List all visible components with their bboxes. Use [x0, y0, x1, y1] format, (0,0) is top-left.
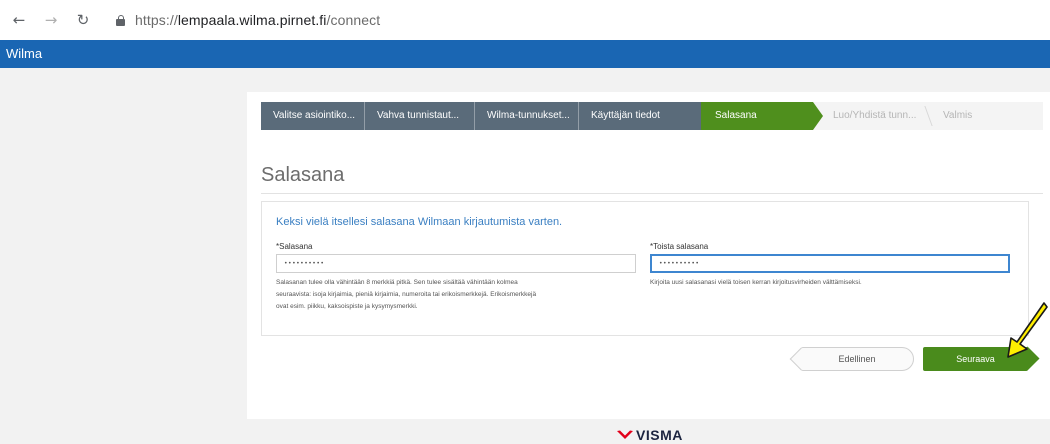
page-title: Salasana [261, 164, 345, 186]
form-heading: Keksi vielä itsellesi salasana Wilmaan k… [276, 216, 563, 228]
step-wilma-credentials[interactable]: Wilma-tunnukset... [475, 102, 579, 130]
reload-icon[interactable]: ↻ [72, 9, 94, 31]
url-path: /connect [326, 12, 381, 28]
url-scheme: https:// [135, 12, 178, 28]
password-help-line: Salasanan tulee olla vähintään 8 merkkiä… [276, 279, 518, 286]
step-label: Valmis [943, 110, 973, 121]
step-label: Luo/Yhdistä tunn... [833, 110, 917, 121]
registration-card: Valitse asiointiko... Vahva tunnistaut..… [247, 92, 1050, 419]
password-help-text: Salasanan tulee olla vähintään 8 merkkiä… [276, 277, 646, 313]
previous-button-label: Edellinen [838, 354, 876, 364]
step-label: Salasana [715, 110, 757, 121]
repeat-password-help-text: Kirjoita uusi salasanasi vielä toisen ke… [650, 279, 862, 286]
step-label: Wilma-tunnukset... [487, 110, 570, 121]
next-button-label: Seuraava [956, 354, 995, 364]
back-arrow-icon[interactable]: ← [8, 9, 30, 31]
step-strong-auth[interactable]: Vahva tunnistaut... [365, 102, 475, 130]
step-choose-service[interactable]: Valitse asiointiko... [261, 102, 365, 130]
password-help-line: ovat esim. piikku, kaksoispiste ja kysym… [276, 303, 418, 310]
app-title[interactable]: Wilma [6, 46, 42, 61]
forward-arrow-icon[interactable]: → [40, 9, 62, 31]
step-label: Käyttäjän tiedot [591, 110, 660, 121]
title-divider [261, 193, 1043, 194]
browser-toolbar: ← → ↻ https://lempaala.wilma.pirnet.fi/c… [0, 0, 1050, 40]
password-field[interactable]: •••••••••• [276, 254, 636, 273]
wizard-stepper: Valitse asiointiko... Vahva tunnistaut..… [261, 102, 1043, 130]
annotation-arrow-icon [1007, 302, 1048, 358]
visma-logo: VISMA [617, 427, 683, 443]
password-label: *Salasana [276, 242, 313, 251]
step-create-link-account: Luo/Yhdistä tunn... [813, 102, 933, 130]
step-password: Salasana [701, 102, 823, 130]
password-form-panel: Keksi vielä itsellesi salasana Wilmaan k… [261, 201, 1029, 336]
step-label: Vahva tunnistaut... [377, 110, 460, 121]
step-done: Valmis [933, 102, 1043, 130]
step-user-info[interactable]: Käyttäjän tiedot [579, 102, 701, 130]
visma-mark-icon [617, 430, 633, 439]
lock-icon[interactable] [116, 14, 125, 26]
url-host: lempaala.wilma.pirnet.fi [177, 12, 327, 28]
app-header: Wilma [0, 40, 1050, 68]
address-bar[interactable]: https://lempaala.wilma.pirnet.fi/connect [135, 12, 380, 28]
password-help-line: seuraavista: isoja kirjaimia, pieniä kir… [276, 291, 537, 298]
visma-wordmark: VISMA [636, 427, 683, 443]
previous-button[interactable]: Edellinen [800, 347, 914, 371]
step-label: Valitse asiointiko... [273, 110, 356, 121]
repeat-password-field[interactable]: •••••••••• [650, 254, 1010, 273]
repeat-password-label: *Toista salasana [650, 242, 709, 251]
